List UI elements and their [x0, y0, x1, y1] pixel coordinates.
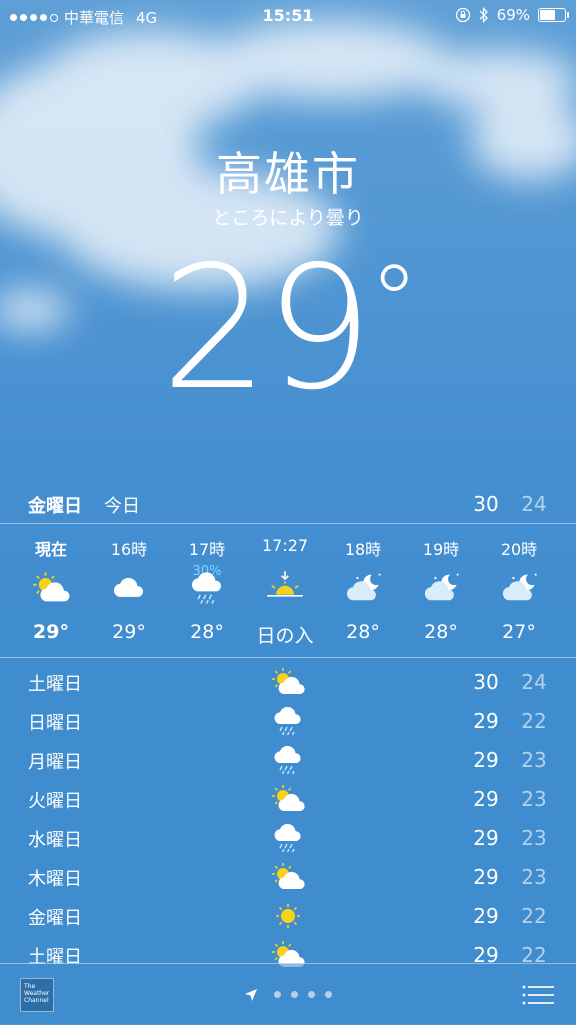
- page-dot[interactable]: [273, 991, 281, 998]
- hour-temperature: 27°: [502, 621, 536, 643]
- day-name: 土曜日: [28, 674, 82, 695]
- list-menu-icon[interactable]: [522, 984, 554, 1006]
- daily-row: 月曜日 29 23: [0, 742, 576, 781]
- bottom-bar: The Weather Channel: [0, 963, 576, 1025]
- rain-icon: [187, 570, 227, 604]
- day-name: 火曜日: [28, 791, 82, 812]
- hour-temperature: 28°: [424, 621, 458, 643]
- hour-temperature: 28°: [346, 621, 380, 643]
- bluetooth-icon: [479, 7, 488, 23]
- page-dot[interactable]: [324, 991, 332, 998]
- day-name: 日曜日: [28, 713, 82, 734]
- battery-percent: 69%: [496, 6, 530, 24]
- rain-icon: [270, 705, 306, 737]
- city-name: 高雄市: [216, 147, 360, 201]
- day-high: 29: [473, 826, 499, 850]
- partly-cloudy-night-icon: [343, 570, 383, 602]
- hourly-forecast[interactable]: 現在 29° 16時 29° 17時 30% 28° 17:27 日の入 18時 28° 19時 28°…: [0, 524, 576, 656]
- day-name: 水曜日: [28, 830, 82, 851]
- day-name: 金曜日: [28, 908, 82, 929]
- day-high: 29: [473, 787, 499, 811]
- page-dot[interactable]: [307, 991, 315, 998]
- degree-symbol: °: [369, 243, 419, 360]
- daily-forecast[interactable]: 土曜日 30 24 日曜日 29 22 月曜日 29 23 火曜日 29 23 水曜日 29 23 木曜日 29…: [0, 664, 576, 976]
- page-dot[interactable]: [290, 991, 298, 998]
- rain-icon: [270, 822, 306, 854]
- day-high: 30: [473, 670, 499, 694]
- daily-row: 日曜日 29 22: [0, 703, 576, 742]
- rain-icon: [270, 744, 306, 776]
- hour-temperature: 29°: [33, 621, 69, 643]
- day-high: 29: [473, 748, 499, 772]
- sun-icon: [270, 900, 306, 932]
- hour-label: 18時: [344, 540, 382, 559]
- hour-label: 16時: [110, 540, 148, 559]
- partly-sunny-icon: [31, 570, 71, 602]
- location-arrow-icon: [245, 988, 258, 1001]
- current-temperature: 29°: [0, 244, 576, 414]
- hour-label: 17時: [188, 540, 226, 559]
- today-day: 金曜日: [28, 496, 82, 517]
- today-high: 30: [473, 492, 499, 516]
- partly-sunny-icon: [270, 783, 306, 815]
- partly-sunny-icon: [270, 861, 306, 893]
- current-condition: ところにより曇り: [212, 207, 364, 229]
- status-right: 69%: [455, 6, 569, 24]
- daily-row: 金曜日 29 22: [0, 898, 576, 937]
- status-bar: 中華電信 4G 15:51 69%: [0, 0, 576, 30]
- battery-icon: [538, 8, 569, 22]
- today-low: 24: [521, 492, 547, 516]
- sunset-icon: [265, 570, 305, 602]
- hour-label: 20時: [500, 540, 538, 559]
- temperature-value: 29: [160, 230, 373, 428]
- day-low: 23: [521, 748, 547, 772]
- daily-row: 土曜日 30 24: [0, 664, 576, 703]
- hour-label: 現在: [34, 540, 67, 559]
- day-name: 月曜日: [28, 752, 82, 773]
- orientation-lock-icon: [455, 7, 470, 23]
- hour-temperature: 日の入: [256, 625, 314, 647]
- hour-temperature: 28°: [190, 621, 224, 643]
- daily-row: 木曜日 29 23: [0, 859, 576, 898]
- hour-label: 19時: [422, 540, 460, 559]
- partly-cloudy-night-icon: [421, 570, 461, 602]
- divider: [0, 657, 576, 658]
- day-low: 23: [521, 865, 547, 889]
- hour-temperature: 29°: [112, 621, 146, 643]
- day-name: 木曜日: [28, 869, 82, 890]
- daily-row: 水曜日 29 23: [0, 820, 576, 859]
- hour-label: 17:27: [261, 536, 309, 555]
- page-indicator[interactable]: [0, 984, 576, 1003]
- daily-row: 火曜日 29 23: [0, 781, 576, 820]
- cloud-icon: [109, 570, 149, 602]
- day-low: 22: [521, 904, 547, 928]
- day-low: 23: [521, 787, 547, 811]
- today-row: 金曜日 今日 30 24: [0, 488, 576, 522]
- today-label: 今日: [104, 496, 140, 517]
- partly-cloudy-night-icon: [499, 570, 539, 602]
- day-low: 24: [521, 670, 547, 694]
- day-low: 22: [521, 709, 547, 733]
- day-low: 23: [521, 826, 547, 850]
- day-high: 29: [473, 904, 499, 928]
- day-high: 29: [473, 865, 499, 889]
- partly-sunny-icon: [270, 666, 306, 698]
- day-high: 29: [473, 709, 499, 733]
